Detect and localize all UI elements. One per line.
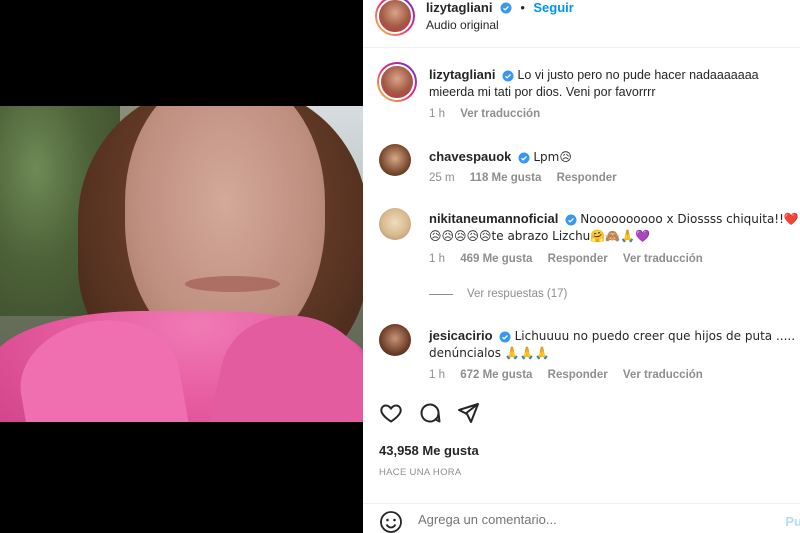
author-avatar[interactable] bbox=[375, 0, 415, 36]
comment-meta: 25 m 118 Me gusta Responder bbox=[429, 172, 629, 184]
verified-badge-icon bbox=[499, 331, 511, 343]
caption-time[interactable]: 1 h bbox=[429, 108, 445, 120]
comment-reply-button[interactable]: Responder bbox=[557, 172, 617, 184]
share-icon[interactable] bbox=[456, 401, 480, 425]
comment-username[interactable]: jesicacirio bbox=[429, 328, 493, 343]
comment-composer: Pu bbox=[363, 503, 800, 533]
heart-icon[interactable] bbox=[379, 401, 403, 425]
caption-meta: 1 h Ver traducción bbox=[429, 108, 552, 120]
comment-meta: 1 h 672 Me gusta Responder Ver traducció… bbox=[429, 369, 715, 381]
caption-username[interactable]: lizytagliani bbox=[429, 67, 495, 82]
emoji-icon[interactable] bbox=[379, 510, 403, 533]
comment-username[interactable]: chavespauok bbox=[429, 149, 511, 164]
post-header: lizytagliani • Seguir Audio original bbox=[363, 0, 800, 48]
view-replies-label: Ver respuestas (17) bbox=[467, 288, 568, 300]
comment-text: Lpm😥 bbox=[533, 150, 572, 164]
video-player[interactable] bbox=[0, 106, 363, 422]
follow-button[interactable]: Seguir bbox=[533, 0, 573, 15]
comment-likes[interactable]: 672 Me gusta bbox=[460, 369, 532, 381]
caption-avatar[interactable] bbox=[377, 62, 417, 102]
view-replies-button[interactable]: Ver respuestas (17) bbox=[429, 288, 567, 300]
author-username[interactable]: lizytagliani bbox=[426, 0, 492, 15]
verified-badge-icon bbox=[565, 214, 577, 226]
comment-translate-button[interactable]: Ver traducción bbox=[623, 369, 703, 381]
comment-time[interactable]: 1 h bbox=[429, 253, 445, 265]
replies-divider bbox=[429, 293, 453, 295]
post-details-panel: lizytagliani • Seguir Audio original liz… bbox=[363, 0, 800, 533]
verified-badge-icon bbox=[502, 70, 514, 82]
publish-button[interactable]: Pu bbox=[785, 514, 800, 529]
verified-badge-icon bbox=[500, 2, 512, 14]
post-timestamp[interactable]: HACE UNA HORA bbox=[379, 467, 462, 478]
commenter-avatar[interactable] bbox=[379, 208, 411, 240]
comment-time[interactable]: 1 h bbox=[429, 369, 445, 381]
comment-username[interactable]: nikitaneumannoficial bbox=[429, 211, 558, 226]
likes-count[interactable]: 43,958 Me gusta bbox=[379, 443, 479, 458]
commenter-avatar[interactable] bbox=[379, 324, 411, 356]
comment-likes[interactable]: 469 Me gusta bbox=[460, 253, 532, 265]
comment-likes[interactable]: 118 Me gusta bbox=[470, 172, 542, 184]
separator-dot: • bbox=[520, 0, 525, 15]
comment-reply-button[interactable]: Responder bbox=[548, 253, 608, 265]
comment-meta: 1 h 469 Me gusta Responder Ver traducció… bbox=[429, 253, 715, 265]
post-actions bbox=[363, 397, 800, 429]
post-media bbox=[0, 0, 363, 533]
video-person-mouth bbox=[185, 276, 280, 292]
verified-badge-icon bbox=[518, 152, 530, 164]
comment-time[interactable]: 25 m bbox=[429, 172, 455, 184]
caption-translate-button[interactable]: Ver traducción bbox=[460, 108, 540, 120]
comment-reply-button[interactable]: Responder bbox=[548, 369, 608, 381]
comment-icon[interactable] bbox=[418, 401, 442, 425]
comment-input[interactable] bbox=[418, 512, 718, 527]
comment-translate-button[interactable]: Ver traducción bbox=[623, 253, 703, 265]
commenter-avatar[interactable] bbox=[379, 144, 411, 176]
audio-label[interactable]: Audio original bbox=[426, 18, 499, 32]
